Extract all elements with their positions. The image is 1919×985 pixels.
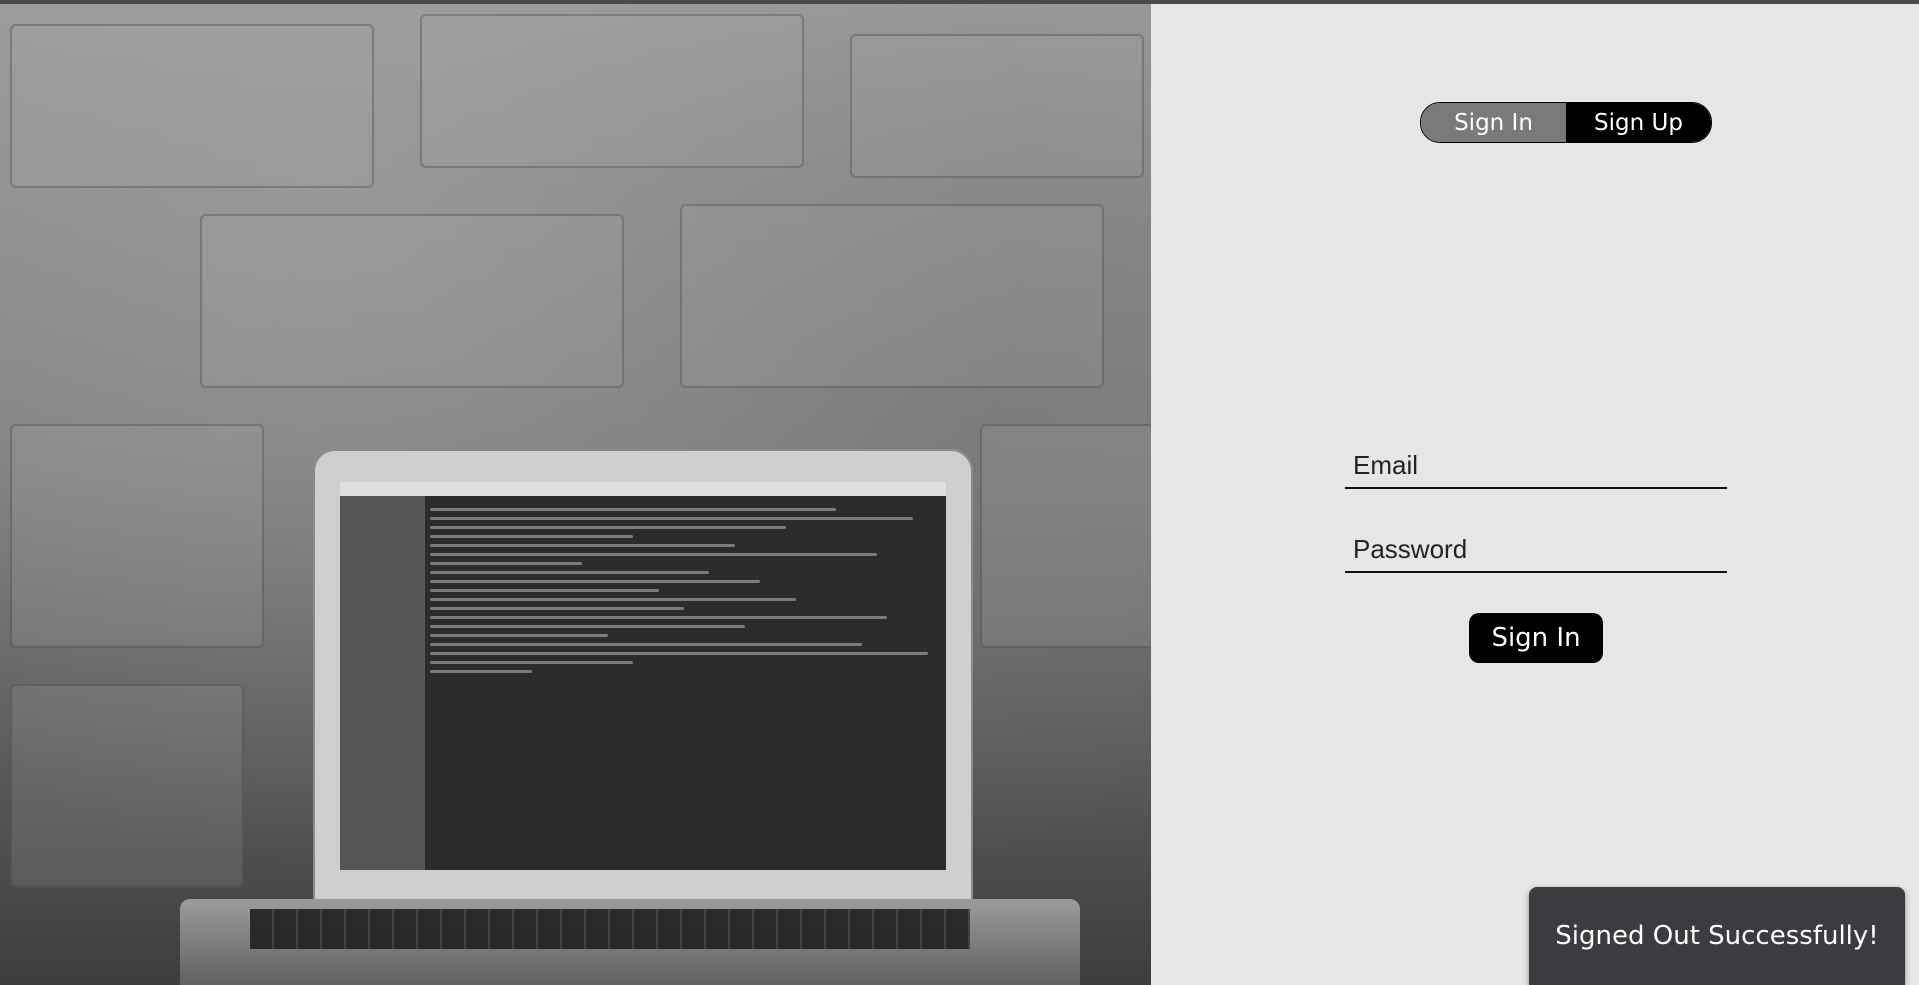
toast-notification: Signed Out Successfully! [1529,887,1905,985]
laptop-screen [340,482,946,870]
brick [10,424,264,648]
brick [10,24,374,188]
password-field[interactable] [1345,527,1727,573]
brick [980,424,1151,648]
laptop-keyboard [250,909,970,949]
brick [420,14,804,168]
sign-in-button[interactable]: Sign In [1469,613,1603,663]
editor-titlebar [340,482,946,496]
brick [10,684,244,888]
brick [850,34,1144,178]
auth-panel [1151,4,1919,985]
toggle-sign-up[interactable]: Sign Up [1566,103,1711,142]
hero-image [0,4,1151,985]
brick [680,204,1104,388]
toast-message: Signed Out Successfully! [1555,921,1879,951]
editor-sidebar [340,496,425,870]
toggle-sign-in[interactable]: Sign In [1421,103,1566,142]
code-lines [430,502,938,860]
auth-toggle: Sign In Sign Up [1420,102,1712,143]
email-field[interactable] [1345,443,1727,489]
brick [200,214,624,388]
